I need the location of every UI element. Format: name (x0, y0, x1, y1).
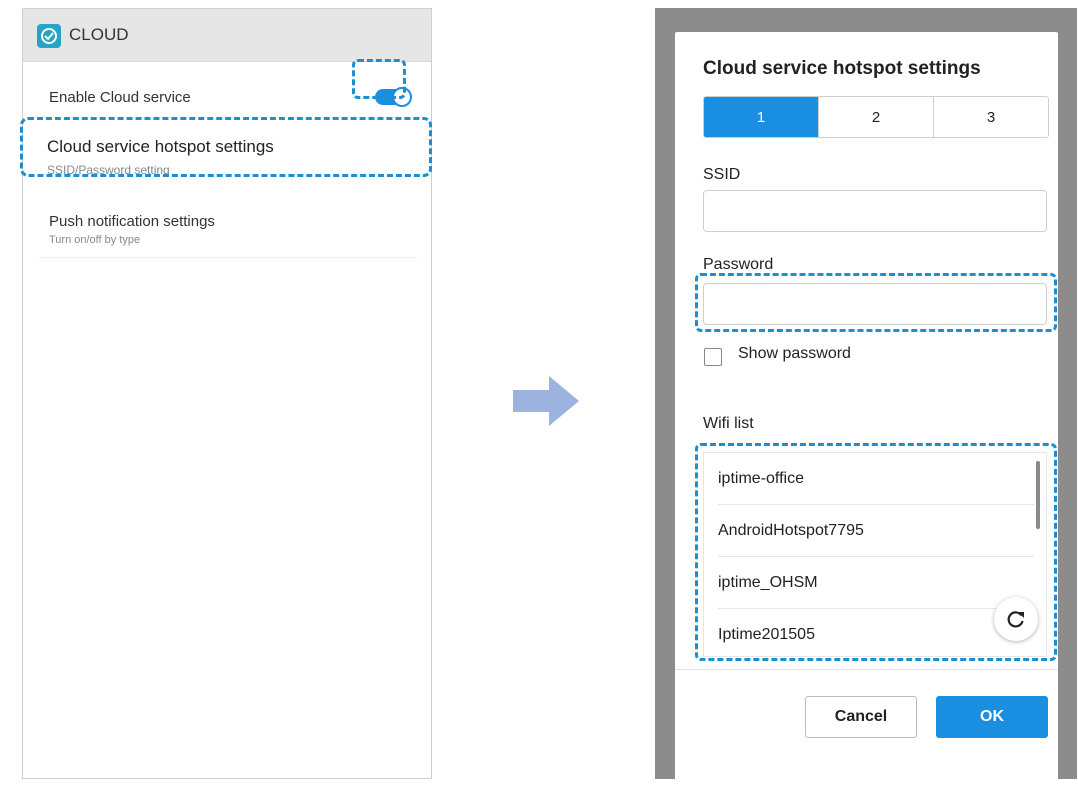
push-notification-label: Push notification settings (49, 213, 215, 230)
push-notification-row[interactable]: Push notification settings Turn on/off b… (39, 197, 417, 258)
app-bar: CLOUD (23, 9, 431, 62)
ssid-label: SSID (703, 166, 741, 183)
app-title: CLOUD (69, 25, 129, 44)
tab-1[interactable]: 1 (704, 97, 818, 137)
dialog-divider (675, 669, 1058, 670)
password-label: Password (703, 256, 774, 273)
hotspot-dialog: Cloud service hotspot settings 1 2 3 SSI… (675, 32, 1058, 779)
tab-3[interactable]: 3 (933, 97, 1048, 137)
toggle-highlight (352, 59, 406, 99)
password-highlight (695, 273, 1057, 332)
dialog-screen: Cloud service hotspot settings 1 2 3 SSI… (655, 8, 1077, 779)
dialog-title: Cloud service hotspot settings (703, 58, 981, 79)
wifi-list-highlight (695, 443, 1057, 661)
hotspot-row-highlight (20, 117, 432, 177)
ssid-input[interactable] (703, 190, 1047, 232)
hotspot-tabs: 1 2 3 (703, 96, 1049, 138)
cancel-button[interactable]: Cancel (805, 696, 917, 738)
show-password-checkbox[interactable] (704, 348, 722, 366)
enable-cloud-label: Enable Cloud service (49, 89, 191, 106)
wifi-list-label: Wifi list (703, 415, 754, 432)
push-notification-sublabel: Turn on/off by type (49, 234, 141, 246)
show-password-label: Show password (738, 345, 851, 362)
ok-button[interactable]: OK (936, 696, 1048, 738)
cloud-app-icon (37, 24, 61, 48)
tab-2[interactable]: 2 (818, 97, 933, 137)
right-arrow-icon (513, 376, 579, 426)
